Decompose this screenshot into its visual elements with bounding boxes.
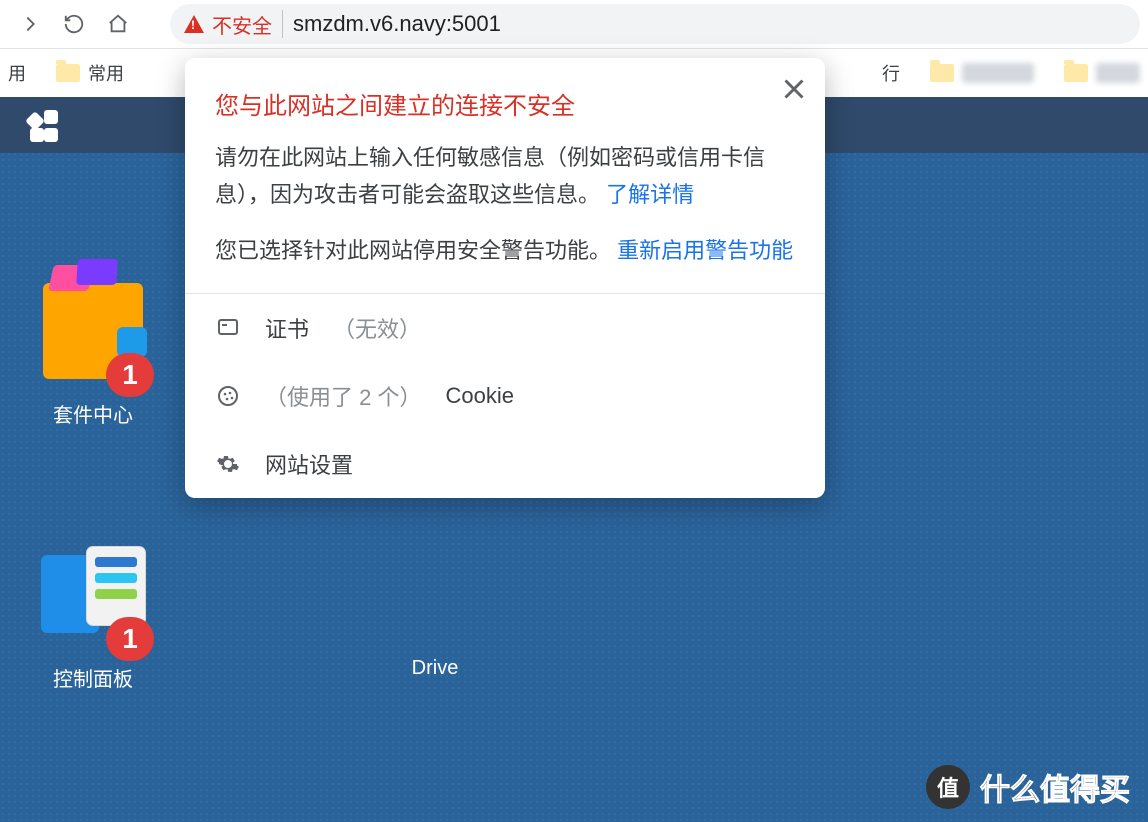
bookmark-item[interactable]: 用 xyxy=(8,60,26,86)
reenable-warnings-link[interactable]: 重新启用警告功能 xyxy=(617,238,793,263)
popover-body: 您已选择针对此网站停用安全警告功能。 重新启用警告功能 xyxy=(215,232,795,269)
bookmark-folder[interactable] xyxy=(930,63,1034,83)
desktop-icon-package-center[interactable]: 1 套件中心 xyxy=(18,273,168,428)
certificate-row[interactable]: 证书 （无效） xyxy=(185,294,825,362)
desktop-icon-control-panel[interactable]: 1 控制面板 xyxy=(18,533,168,692)
site-security-popover: 您与此网站之间建立的连接不安全 请勿在此网站上输入任何敏感信息（例如密码或信用卡… xyxy=(185,58,825,498)
blurred-label xyxy=(962,63,1034,83)
watermark: 值 什么值得买 xyxy=(926,765,1130,809)
certificate-label: 证书 xyxy=(265,312,309,344)
certificate-status: （无效） xyxy=(333,312,421,344)
cookies-row[interactable]: （使用了 2 个） Cookie xyxy=(185,362,825,430)
bookmark-label: 常用 xyxy=(88,60,124,86)
address-bar[interactable]: 不安全 smzdm.v6.navy:5001 xyxy=(170,4,1140,44)
apps-menu-icon[interactable] xyxy=(26,108,60,142)
cookie-icon xyxy=(215,383,241,409)
popover-body: 请勿在此网站上输入任何敏感信息（例如密码或信用卡信息），因为攻击者可能会盗取这些… xyxy=(215,139,795,214)
folder-icon xyxy=(1064,64,1088,82)
icon-label: 控制面板 xyxy=(18,663,168,692)
icon-label: Drive xyxy=(360,657,510,680)
bookmark-label: 用 xyxy=(8,60,26,86)
folder-icon xyxy=(56,64,80,82)
bookmark-label: 行 xyxy=(882,60,900,86)
site-settings-label: 网站设置 xyxy=(265,448,353,480)
gear-icon xyxy=(215,451,241,477)
warning-disabled-text: 您已选择针对此网站停用安全警告功能。 xyxy=(215,238,611,263)
popover-title: 您与此网站之间建立的连接不安全 xyxy=(215,86,795,121)
control-panel-icon: 1 xyxy=(38,547,148,657)
watermark-text: 什么值得买 xyxy=(980,765,1130,809)
icon-label: 套件中心 xyxy=(18,399,168,428)
desktop-icon-drive[interactable]: Drive xyxy=(360,657,510,680)
warning-triangle-icon xyxy=(184,15,204,33)
bookmark-folder[interactable]: 常用 xyxy=(56,60,124,86)
close-button[interactable] xyxy=(777,72,811,106)
insecure-label: 不安全 xyxy=(212,10,272,39)
home-button[interactable] xyxy=(96,2,140,46)
folder-icon xyxy=(930,64,954,82)
notification-badge: 1 xyxy=(106,353,154,397)
cookie-label: Cookie xyxy=(445,383,513,409)
url-text: smzdm.v6.navy:5001 xyxy=(293,11,501,37)
learn-more-link[interactable]: 了解详情 xyxy=(606,182,694,207)
bookmark-item[interactable]: 行 xyxy=(882,60,900,86)
package-center-icon: 1 xyxy=(38,283,148,393)
security-indicator[interactable]: 不安全 xyxy=(184,10,272,39)
blurred-label xyxy=(1096,63,1140,83)
certificate-icon xyxy=(215,315,241,341)
forward-button[interactable] xyxy=(8,2,52,46)
bookmark-folder[interactable] xyxy=(1064,63,1140,83)
site-settings-row[interactable]: 网站设置 xyxy=(185,430,825,498)
watermark-badge: 值 xyxy=(926,765,970,809)
separator xyxy=(282,10,283,38)
notification-badge: 1 xyxy=(106,617,154,661)
reload-button[interactable] xyxy=(52,2,96,46)
cookie-count: （使用了 2 个） xyxy=(265,380,421,412)
browser-toolbar: 不安全 smzdm.v6.navy:5001 xyxy=(0,0,1148,49)
